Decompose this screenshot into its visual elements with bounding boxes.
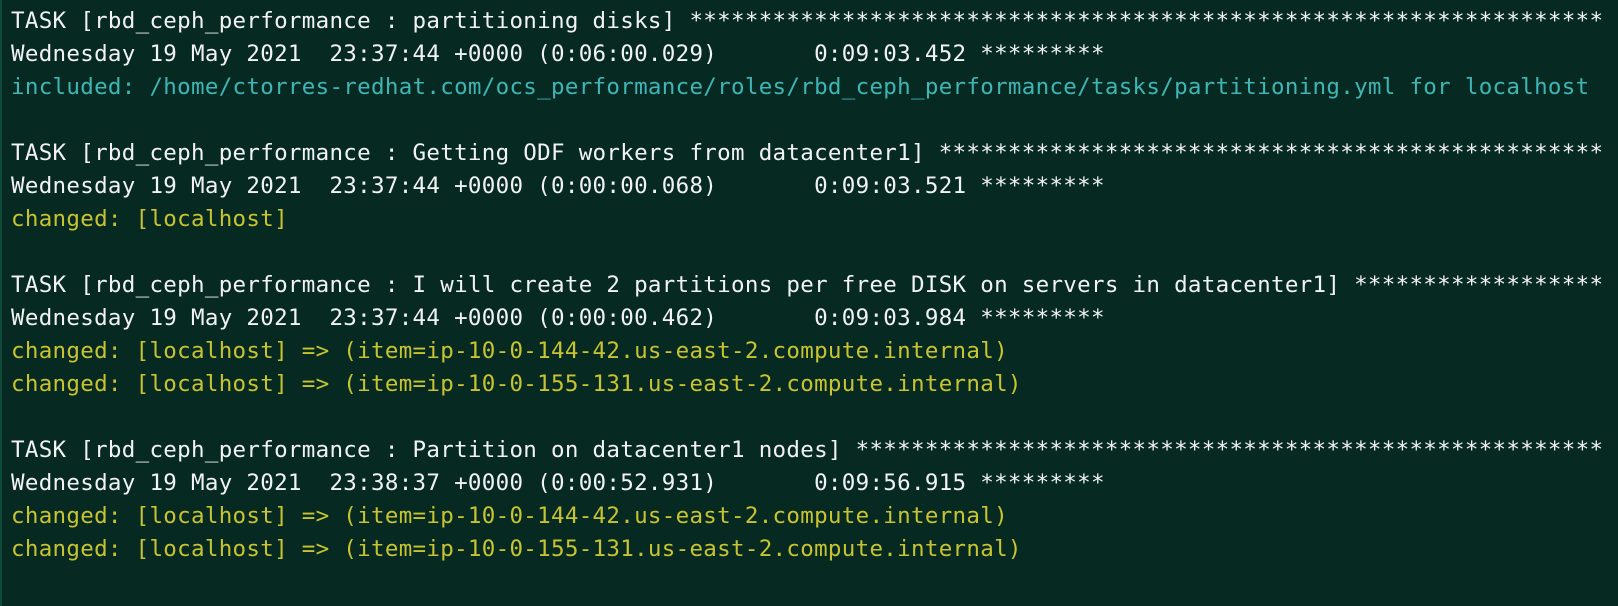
timestamp-line: Wednesday 19 May 2021 23:37:44 +0000 (0:… bbox=[11, 41, 1105, 67]
changed-line: changed: [localhost] => (item=ip-10-0-14… bbox=[11, 503, 1008, 529]
terminal-window[interactable]: TASK [rbd_ceph_performance : partitionin… bbox=[0, 0, 1618, 606]
changed-line: changed: [localhost] bbox=[11, 206, 288, 232]
task-header-line: TASK [rbd_ceph_performance : I will crea… bbox=[11, 272, 1604, 298]
changed-line: changed: [localhost] => (item=ip-10-0-15… bbox=[11, 536, 1022, 562]
changed-line: changed: [localhost] => (item=ip-10-0-14… bbox=[11, 338, 1008, 364]
timestamp-line: Wednesday 19 May 2021 23:38:37 +0000 (0:… bbox=[11, 470, 1105, 496]
changed-line: changed: [localhost] => (item=ip-10-0-15… bbox=[11, 371, 1022, 397]
included-line: included: /home/ctorres-redhat.com/ocs_p… bbox=[11, 74, 1590, 100]
task-header-line: TASK [rbd_ceph_performance : Partition o… bbox=[11, 437, 1604, 463]
timestamp-line: Wednesday 19 May 2021 23:37:44 +0000 (0:… bbox=[11, 173, 1105, 199]
task-header-line: TASK [rbd_ceph_performance : Getting ODF… bbox=[11, 140, 1604, 166]
task-header-line: TASK [rbd_ceph_performance : partitionin… bbox=[11, 8, 1604, 34]
timestamp-line: Wednesday 19 May 2021 23:37:44 +0000 (0:… bbox=[11, 305, 1105, 331]
